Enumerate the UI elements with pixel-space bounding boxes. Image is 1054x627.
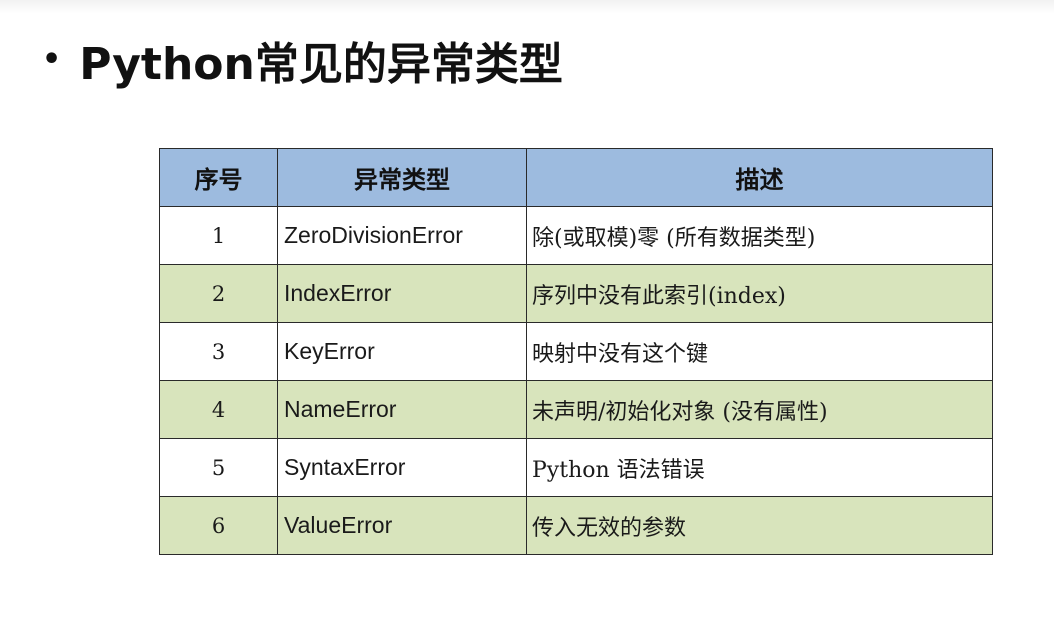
header-description: 描述 xyxy=(526,148,993,207)
row-description: 序列中没有此索引(index) xyxy=(526,264,993,323)
row-index: 4 xyxy=(159,380,278,439)
row-description: 除(或取模)零 (所有数据类型) xyxy=(526,206,993,265)
row-exception-type: IndexError xyxy=(277,264,527,323)
row-description: 传入无效的参数 xyxy=(526,496,993,555)
table-row: 6 ValueError 传入无效的参数 xyxy=(159,496,993,555)
slide-top-band xyxy=(0,0,1054,14)
row-description: Python 语法错误 xyxy=(526,438,993,497)
table-row: 2 IndexError 序列中没有此索引(index) xyxy=(159,264,993,323)
header-exception-type: 异常类型 xyxy=(277,148,527,207)
table-row: 5 SyntaxError Python 语法错误 xyxy=(159,438,993,497)
bullet-icon: • xyxy=(42,42,62,77)
row-description: 未声明/初始化对象 (没有属性) xyxy=(526,380,993,439)
row-exception-type: KeyError xyxy=(277,322,527,381)
row-exception-type: SyntaxError xyxy=(277,438,527,497)
table-row: 4 NameError 未声明/初始化对象 (没有属性) xyxy=(159,380,993,439)
table-row: 1 ZeroDivisionError 除(或取模)零 (所有数据类型) xyxy=(159,206,993,265)
row-exception-type: NameError xyxy=(277,380,527,439)
row-index: 2 xyxy=(159,264,278,323)
row-index: 3 xyxy=(159,322,278,381)
row-exception-type: ZeroDivisionError xyxy=(277,206,527,265)
row-index: 1 xyxy=(159,206,278,265)
table-header-row: 序号 异常类型 描述 xyxy=(159,148,993,207)
exception-types-table: 序号 异常类型 描述 1 ZeroDivisionError 除(或取模)零 (… xyxy=(159,148,993,555)
header-index: 序号 xyxy=(159,148,278,207)
slide-title: Python常见的异常类型 xyxy=(79,39,563,90)
row-index: 6 xyxy=(159,496,278,555)
row-index: 5 xyxy=(159,438,278,497)
table-row: 3 KeyError 映射中没有这个键 xyxy=(159,322,993,381)
row-description: 映射中没有这个键 xyxy=(526,322,993,381)
row-exception-type: ValueError xyxy=(277,496,527,555)
slide-heading: • Python常见的异常类型 xyxy=(42,30,563,90)
